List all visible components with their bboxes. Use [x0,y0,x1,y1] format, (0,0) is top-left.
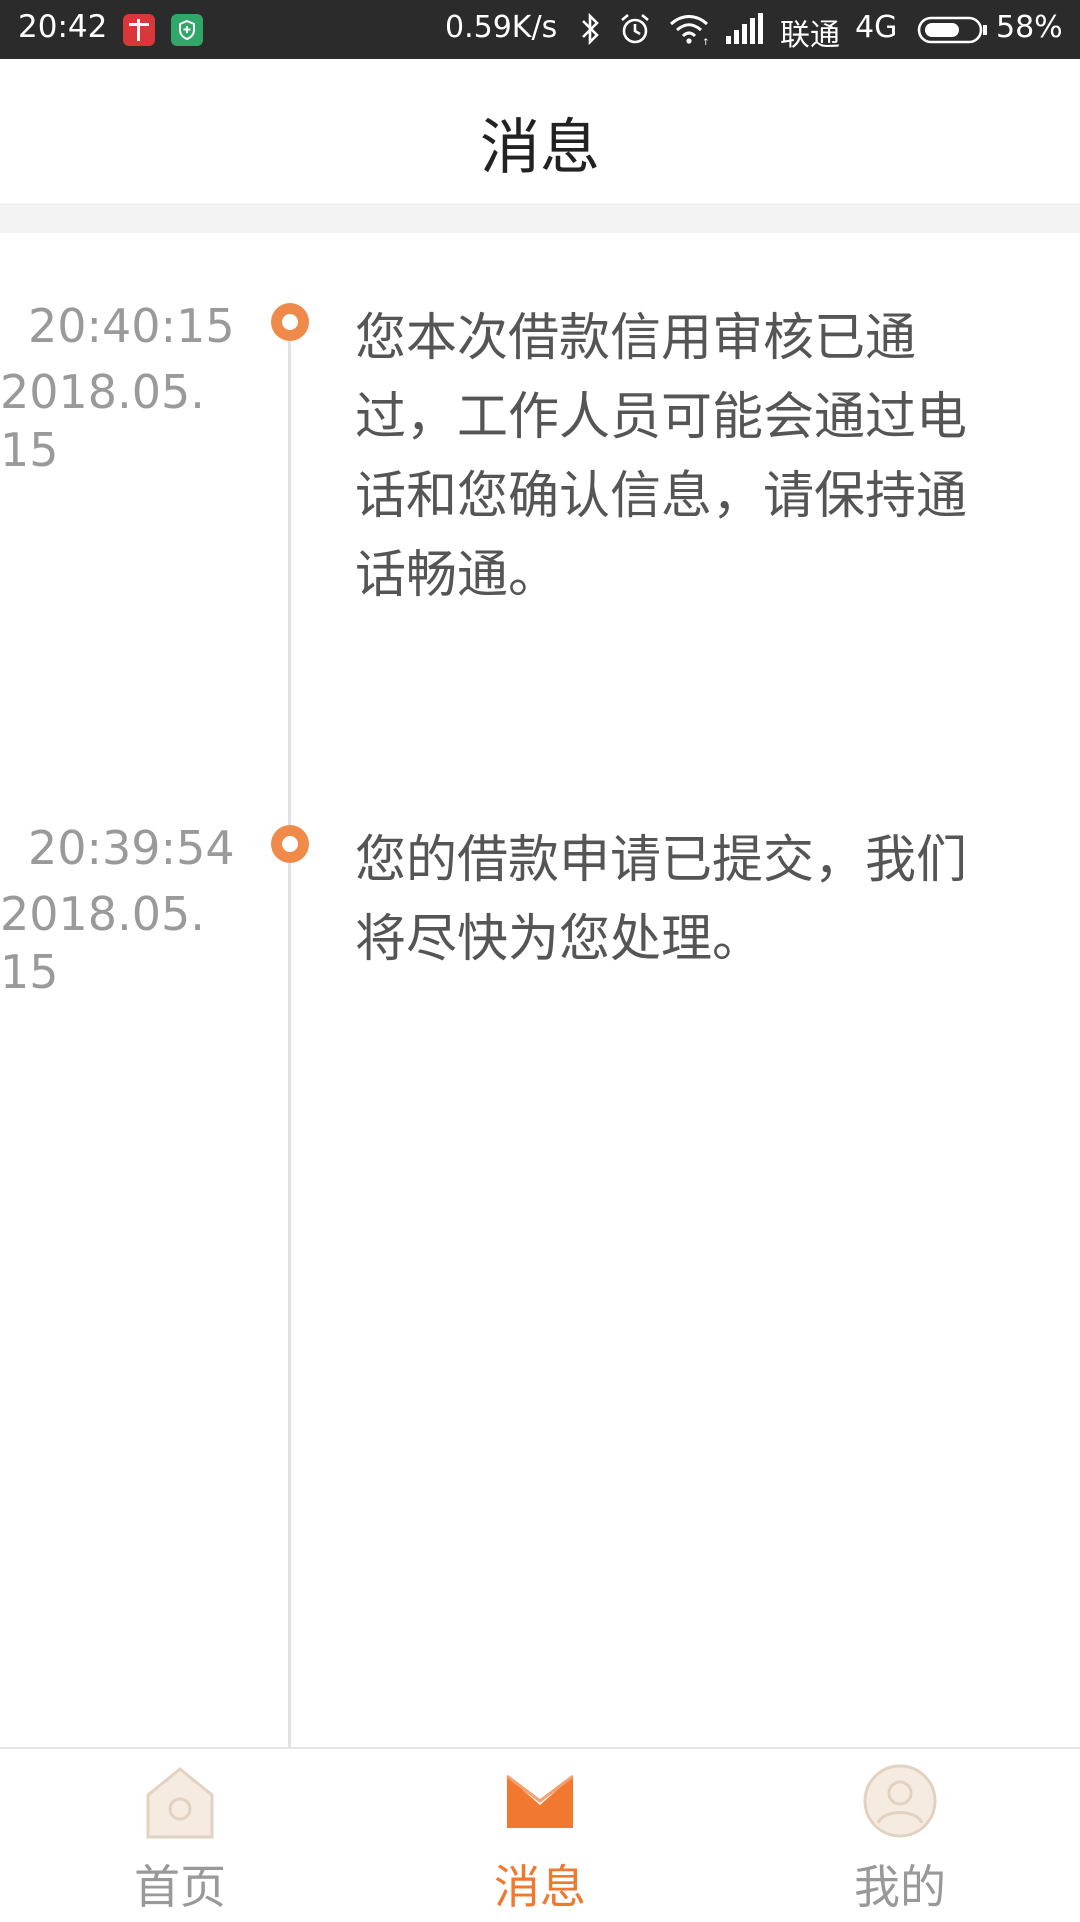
nav-item-messages[interactable]: 消息 [360,1749,720,1922]
wifi-icon: ↑↓ [668,12,717,54]
header-divider [0,203,1080,233]
status-bar: 20:42 0.59K/s ↑↓ [0,0,1080,59]
header: 消息 [0,59,1080,203]
entry-date: 2018.05.15 [0,365,205,477]
envelope-icon [506,1774,574,1833]
shield-icon [171,14,203,46]
entry-message: 您的借款申请已提交，我们将尽快为您处理。 [355,831,968,969]
nav-label: 我的 [854,1860,946,1914]
network-type: 4G [855,10,898,45]
page-title: 消息 [480,113,600,183]
entry-message: 您本次借款信用审核已通过，工作人员可能会通过电话和您确认信息，请保持通话畅通。 [355,309,968,605]
network-speed: 0.59K/s [445,10,558,45]
alarm-icon [618,12,652,54]
notification-app-icon [123,14,155,46]
message-timeline[interactable]: 20:40:15 2018.05.15 您本次借款信用审核已通过，工作人员可能会… [0,233,1080,1747]
nav-label: 首页 [134,1860,226,1914]
carrier-name: 联通 [780,18,840,53]
home-icon [145,1765,215,1845]
battery-icon [917,15,989,53]
timeline-dot-icon [271,825,309,863]
signal-icon [724,12,764,54]
nav-label: 消息 [494,1860,586,1914]
nav-item-home[interactable]: 首页 [0,1749,360,1922]
profile-icon [862,1763,938,1843]
entry-time: 20:40:15 [28,299,235,353]
entry-date: 2018.05.15 [0,887,205,999]
entry-time: 20:39:54 [28,821,235,875]
battery-percent: 58% [996,10,1063,45]
bottom-nav: 首页 消息 我的 [0,1747,1080,1920]
timeline-line [288,313,291,1747]
status-time: 20:42 [18,9,108,45]
nav-item-profile[interactable]: 我的 [720,1749,1080,1922]
bluetooth-icon [580,12,602,54]
timeline-dot-icon [271,303,309,341]
svg-text:↑↓: ↑↓ [702,38,710,46]
